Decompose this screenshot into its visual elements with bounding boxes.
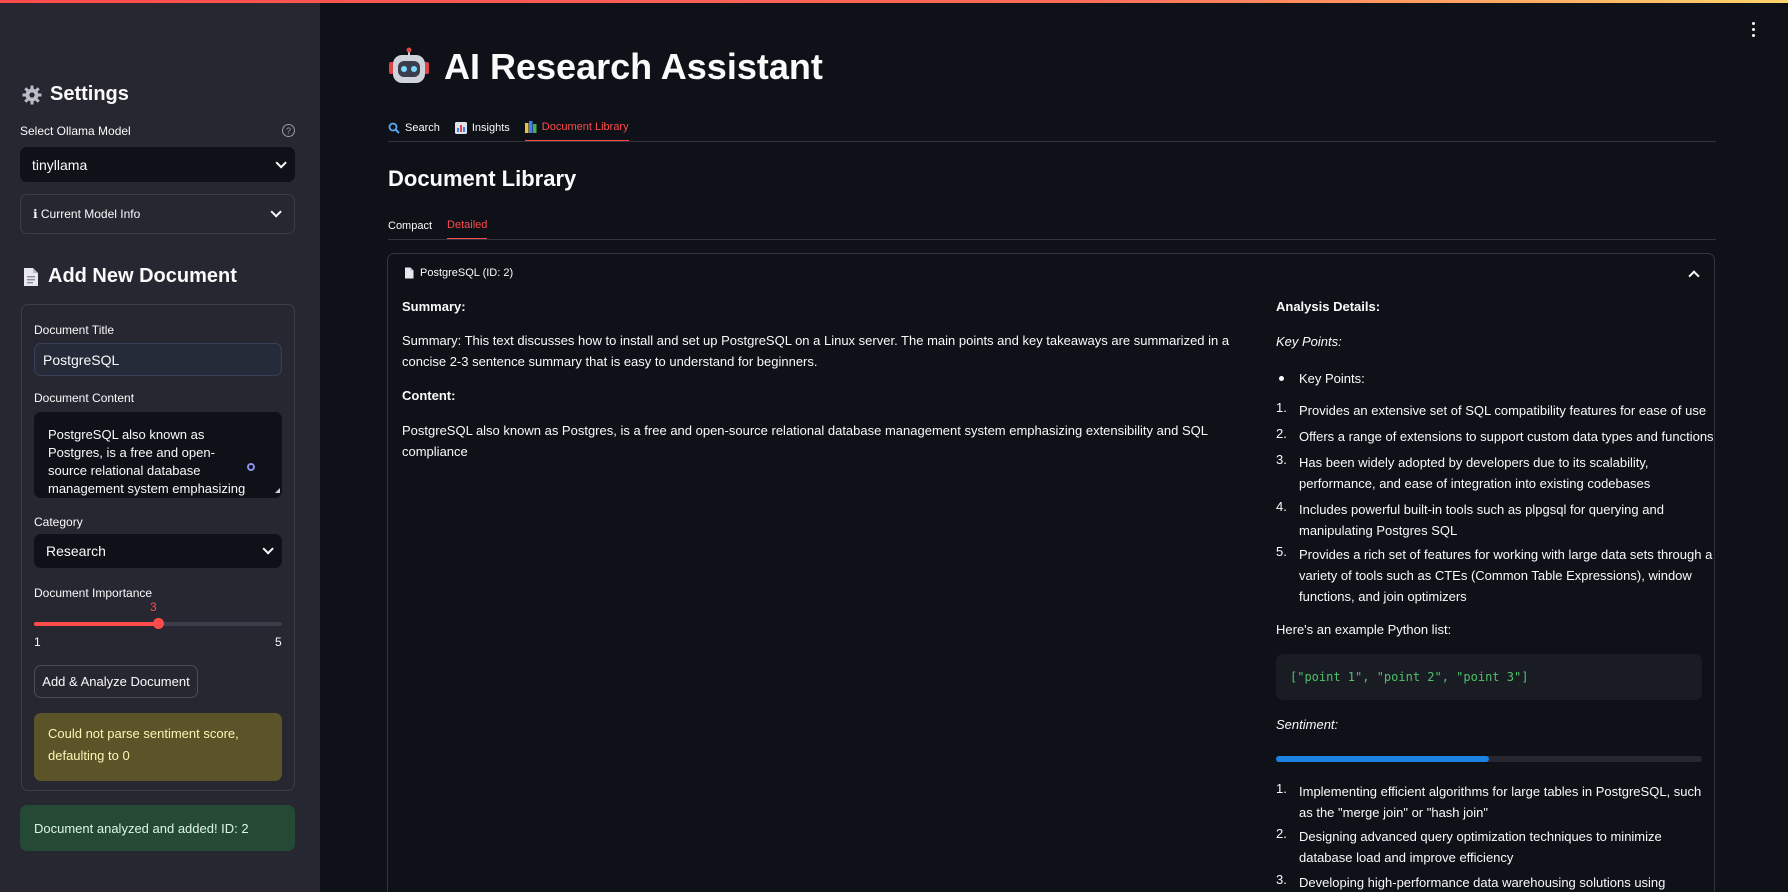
- add-analyze-button[interactable]: Add & Analyze Document: [34, 665, 198, 698]
- key-point-item: Includes powerful built-in tools such as…: [1299, 502, 1664, 538]
- list-number: 4.: [1276, 499, 1287, 514]
- doc-title-value: PostgreSQL: [43, 351, 120, 368]
- example-intro: Here's an example Python list:: [1276, 622, 1452, 637]
- settings-heading-text: Settings: [50, 83, 129, 105]
- content-label: Content:: [402, 388, 456, 403]
- sentiment-progress-bar: [1276, 756, 1702, 762]
- chevron-up-icon[interactable]: [1688, 270, 1700, 282]
- model-select-value: tinyllama: [32, 156, 88, 173]
- resize-handle-icon[interactable]: [275, 488, 280, 493]
- books-icon: [524, 121, 537, 133]
- importance-value: 3: [150, 600, 157, 614]
- sentiment-item: Developing high-performance data warehou…: [1299, 875, 1666, 890]
- document-expander-header[interactable]: PostgreSQL (ID: 2): [404, 267, 513, 279]
- model-select-label: Select Ollama Model: [20, 124, 131, 138]
- sidebar: Settings Select Ollama Model ? tinyllama…: [0, 3, 320, 892]
- sentiment-label: Sentiment:: [1276, 717, 1339, 732]
- main-tabs: Search Insights Document Library: [388, 114, 644, 142]
- sentiment-progress-fill: [1276, 756, 1489, 762]
- analysis-label: Analysis Details:: [1276, 299, 1381, 314]
- list-number: 2.: [1276, 426, 1287, 441]
- tab-insights[interactable]: Insights: [454, 114, 510, 142]
- bar-chart-icon: [454, 122, 467, 134]
- magnifier-icon: [388, 122, 400, 134]
- tab-search-label: Search: [405, 122, 440, 134]
- importance-min: 1: [34, 635, 41, 649]
- tab-detailed-label: Detailed: [447, 218, 488, 231]
- section-title: Document Library: [388, 166, 577, 191]
- document-icon: [24, 267, 38, 286]
- document-expander: PostgreSQL (ID: 2) Summary: Summary: Thi…: [387, 253, 1715, 892]
- sentiment-warning: Could not parse sentiment score, default…: [34, 713, 282, 781]
- importance-label: Document Importance: [34, 586, 153, 600]
- importance-max: 5: [275, 635, 282, 649]
- help-icon[interactable]: ?: [282, 124, 295, 137]
- view-tabs-divider: [388, 239, 1716, 240]
- content-text: PostgreSQL also known as Postgres, is a …: [402, 423, 1208, 459]
- key-point-item: Has been widely adopted by developers du…: [1299, 455, 1651, 491]
- tab-document-library-label: Document Library: [541, 121, 629, 133]
- page-title-text: AI Research Assistant: [444, 46, 823, 87]
- list-number: 3.: [1276, 452, 1287, 467]
- key-point-item: Provides a rich set of features for work…: [1299, 547, 1713, 604]
- doc-content-textarea[interactable]: PostgreSQL also known as Postgres, is a …: [34, 412, 282, 498]
- importance-slider-thumb[interactable]: [153, 618, 164, 629]
- list-number: 1.: [1276, 400, 1287, 415]
- view-tabs: Compact Detailed: [388, 211, 502, 240]
- list-number: 2.: [1276, 826, 1287, 841]
- importance-slider-fill: [34, 622, 158, 626]
- key-point-item: Provides an extensive set of SQL compati…: [1299, 403, 1707, 418]
- gear-icon: [22, 85, 42, 104]
- add-document-form: Document Title PostgreSQL Document Conte…: [21, 304, 295, 791]
- doc-content-label: Document Content: [34, 391, 135, 405]
- tab-insights-label: Insights: [471, 122, 510, 134]
- chevron-down-icon: [275, 156, 287, 169]
- key-point-item: Offers a range of extensions to support …: [1299, 429, 1714, 444]
- document-header-label: PostgreSQL (ID: 2): [420, 267, 514, 279]
- add-document-heading: Add New Document: [22, 265, 237, 288]
- tab-compact[interactable]: Compact: [388, 211, 432, 240]
- category-select[interactable]: Research: [34, 534, 282, 568]
- add-document-heading-text: Add New Document: [48, 265, 237, 287]
- key-points-bullet-text: Key Points:: [1299, 371, 1365, 386]
- main-menu-icon[interactable]: [1752, 22, 1756, 37]
- document-icon: [405, 267, 414, 279]
- doc-title-input[interactable]: PostgreSQL: [34, 343, 282, 376]
- robot-icon: [389, 47, 429, 83]
- grammarly-icon: [247, 463, 255, 471]
- model-info-label: ℹ Current Model Info: [33, 207, 141, 221]
- settings-heading: Settings: [22, 83, 129, 106]
- category-value: Research: [46, 543, 106, 559]
- model-select[interactable]: tinyllama: [20, 147, 295, 182]
- list-number: 3.: [1276, 872, 1287, 887]
- tab-detailed[interactable]: Detailed: [447, 211, 488, 240]
- category-label: Category: [34, 515, 83, 529]
- bullet-dot: [1279, 376, 1284, 381]
- sentiment-item: Implementing efficient algorithms for la…: [1299, 784, 1702, 820]
- key-points-label: Key Points:: [1276, 334, 1342, 349]
- tab-search[interactable]: Search: [388, 114, 440, 142]
- doc-content-value: PostgreSQL also known as Postgres, is a …: [48, 427, 246, 496]
- list-number: 1.: [1276, 781, 1287, 796]
- chevron-down-icon: [262, 543, 274, 555]
- tabs-divider: [388, 141, 1716, 142]
- model-info-expander[interactable]: ℹ Current Model Info: [20, 194, 295, 234]
- summary-text: Summary: This text discusses how to inst…: [402, 333, 1230, 369]
- summary-label: Summary:: [402, 299, 466, 314]
- page-title: AI Research Assistant: [388, 46, 823, 88]
- chevron-down-icon: [270, 206, 282, 218]
- tab-compact-label: Compact: [388, 219, 433, 232]
- tab-document-library[interactable]: Document Library: [524, 114, 629, 142]
- code-block: ["point 1", "point 2", "point 3"]: [1276, 654, 1702, 700]
- doc-title-label: Document Title: [34, 323, 115, 337]
- list-number: 5.: [1276, 544, 1287, 559]
- success-message: Document analyzed and added! ID: 2: [20, 805, 295, 851]
- sentiment-item: Designing advanced query optimization te…: [1299, 829, 1662, 865]
